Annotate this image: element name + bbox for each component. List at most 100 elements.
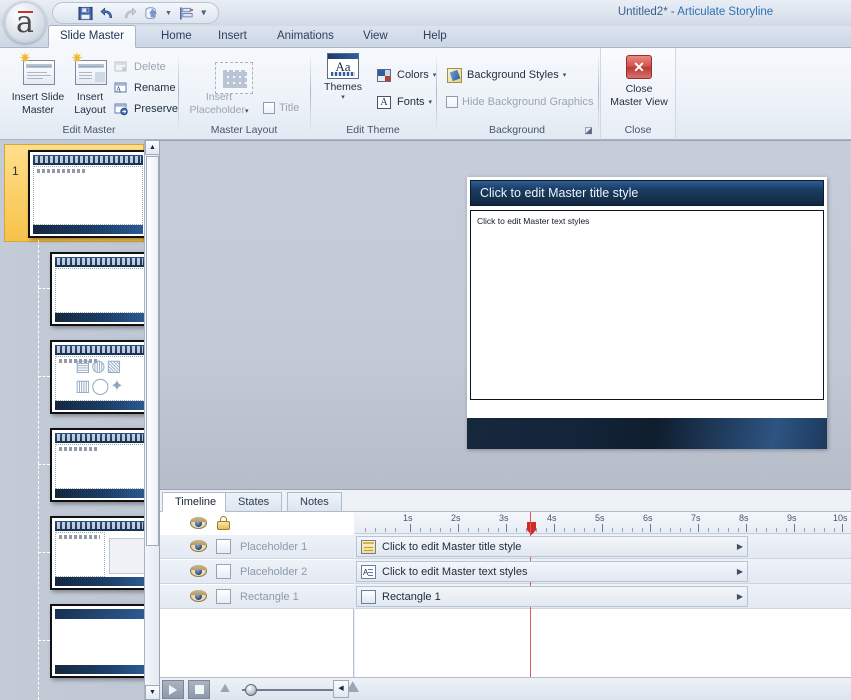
publish-icon[interactable] xyxy=(176,4,196,22)
insert-placeholder-button[interactable]: Insert Placeholder▾ xyxy=(187,52,253,118)
chevron-right-icon[interactable]: ▶ xyxy=(737,542,743,551)
preview-dropdown-icon[interactable]: ▼ xyxy=(163,4,174,22)
scroll-down-icon[interactable]: ▼ xyxy=(145,685,159,700)
tab-slide-master[interactable]: Slide Master xyxy=(48,25,136,48)
preserve-master-button[interactable]: Preserve xyxy=(110,99,181,119)
scroll-up-icon[interactable]: ▲ xyxy=(145,140,159,155)
timeline-row-placeholder-2[interactable]: Placeholder 2 xyxy=(160,559,354,584)
ruler-tick-10s: 10s xyxy=(833,513,848,523)
theme-fonts-button[interactable]: A Fonts ▾ xyxy=(373,92,435,112)
timeline-row-placeholder-1[interactable]: Placeholder 1 xyxy=(160,534,354,559)
group-separator-4 xyxy=(598,54,599,132)
hide-background-graphics-checkbox[interactable] xyxy=(446,96,458,108)
ruler-tick-7s: 7s xyxy=(691,513,701,523)
eye-icon[interactable] xyxy=(190,565,207,578)
lock-icon[interactable] xyxy=(216,516,231,530)
insert-placeholder-label-2: Placeholder xyxy=(189,103,245,116)
background-dialog-launcher-icon[interactable]: ◪ xyxy=(583,125,594,136)
rename-icon: A xyxy=(113,80,130,97)
articulate-orb-button[interactable]: a xyxy=(4,1,46,43)
slide-thumbnail-6[interactable] xyxy=(50,604,150,678)
rectangle-icon xyxy=(361,589,376,604)
layer-name: Placeholder 1 xyxy=(240,540,308,553)
zoom-out-icon[interactable]: ⛰ xyxy=(220,681,230,696)
themes-icon: Aa xyxy=(327,53,359,79)
slide-title-placeholder[interactable]: Click to edit Master title style xyxy=(470,180,824,206)
slide-thumbnail-3[interactable]: ▤◍▧ ▥◯✦ xyxy=(50,340,150,414)
close-master-view-button[interactable]: ✕ Close Master View xyxy=(607,52,671,108)
lock-toggle[interactable] xyxy=(216,589,231,604)
ribbon-group-background: Background Styles ▾ Hide Background Grap… xyxy=(437,48,597,138)
rename-master-label: Rename xyxy=(134,82,176,94)
theme-colors-button[interactable]: Colors ▾ xyxy=(373,65,439,85)
ruler-tick-4s: 4s xyxy=(547,513,557,523)
ribbon: ✷ Insert Slide Master ✷ Insert Layout De… xyxy=(0,48,851,140)
eye-icon[interactable] xyxy=(190,516,207,530)
fonts-icon: A xyxy=(376,94,393,111)
title-checkbox[interactable] xyxy=(263,102,275,114)
tab-timeline[interactable]: Timeline xyxy=(162,492,230,512)
timeline-layer-list: Placeholder 1 Placeholder 2 Rectangle 1 xyxy=(160,512,354,678)
document-name: Untitled2* xyxy=(617,6,668,18)
title-checkbox-row[interactable]: Title xyxy=(260,98,302,118)
edit-theme-group-label: Edit Theme xyxy=(346,124,400,136)
customize-qat-icon[interactable]: ▼ xyxy=(196,4,212,20)
timeline-bar-rectangle-1[interactable]: Rectangle 1 ▶ xyxy=(356,586,748,607)
slide-body-placeholder[interactable]: Click to edit Master text styles xyxy=(470,210,824,400)
background-styles-dropdown-icon[interactable]: ▾ xyxy=(563,71,567,79)
timeline-track-area[interactable]: 1s 2s 3s 4s 5s 6s 7s 8s 9s 10s Click to … xyxy=(355,512,851,678)
ruler-tick-5s: 5s xyxy=(595,513,605,523)
thumbnail-scrollbar[interactable]: ▲ ▼ xyxy=(144,140,159,700)
scrollbar-thumb[interactable] xyxy=(146,156,159,546)
timeline-row-rectangle-1[interactable]: Rectangle 1 xyxy=(160,584,354,609)
tab-view[interactable]: View xyxy=(352,26,399,48)
lock-toggle[interactable] xyxy=(216,564,231,579)
lock-toggle[interactable] xyxy=(216,539,231,554)
slide-footer-rectangle[interactable] xyxy=(467,418,827,449)
tab-insert[interactable]: Insert xyxy=(207,26,258,48)
tab-animations[interactable]: Animations xyxy=(266,26,345,48)
play-button[interactable] xyxy=(162,680,184,699)
ribbon-tab-strip: Slide Master Home Insert Animations View… xyxy=(0,25,851,48)
eye-icon[interactable] xyxy=(190,540,207,553)
slide-thumbnail-panel[interactable]: 1 ▤◍▧ ▥◯✦ ▲ ▼ xyxy=(0,140,160,700)
insert-slide-master-label-2: Master xyxy=(21,103,55,116)
ruler-tick-6s: 6s xyxy=(643,513,653,523)
timeline-bar-placeholder-1[interactable]: Click to edit Master title style ▶ xyxy=(356,536,748,557)
hide-background-graphics-row[interactable]: Hide Background Graphics xyxy=(443,92,596,112)
svg-text:A: A xyxy=(116,85,121,93)
tab-home[interactable]: Home xyxy=(150,26,203,48)
timeline-bar-placeholder-2[interactable]: Click to edit Master text styles ▶ xyxy=(356,561,748,582)
undo-icon[interactable] xyxy=(97,4,117,22)
insert-layout-label-1: Insert xyxy=(76,91,104,103)
tab-notes[interactable]: Notes xyxy=(287,492,342,512)
slide-thumbnail-1[interactable] xyxy=(28,150,148,238)
rename-master-button[interactable]: A Rename xyxy=(110,78,179,98)
eye-icon[interactable] xyxy=(190,590,207,603)
slide-canvas[interactable]: Click to edit Master title style Click t… xyxy=(160,140,851,489)
hide-background-graphics-label: Hide Background Graphics xyxy=(462,96,594,108)
master-slide[interactable]: Click to edit Master title style Click t… xyxy=(467,177,827,449)
save-icon[interactable] xyxy=(75,4,95,22)
tab-states[interactable]: States xyxy=(225,492,283,512)
redo-icon[interactable] xyxy=(119,4,139,22)
timeline-scroll-left-icon[interactable]: ◀ xyxy=(333,680,349,698)
slide-thumbnail-5[interactable] xyxy=(50,516,150,590)
layer-name: Placeholder 2 xyxy=(240,565,308,578)
zoom-slider-knob[interactable] xyxy=(245,684,257,696)
slide-thumbnail-2[interactable] xyxy=(50,252,150,326)
close-group-label: Close xyxy=(624,124,652,136)
ruler-tick-1s: 1s xyxy=(403,513,413,523)
background-styles-button[interactable]: Background Styles ▾ xyxy=(443,65,569,85)
delete-master-button[interactable]: Delete xyxy=(110,57,169,77)
timeline-ruler[interactable]: 1s 2s 3s 4s 5s 6s 7s 8s 9s 10s xyxy=(355,512,851,534)
chevron-right-icon[interactable]: ▶ xyxy=(737,567,743,576)
fonts-dropdown-icon[interactable]: ▾ xyxy=(429,98,433,106)
themes-button[interactable]: Aa Themes ▾ xyxy=(317,53,369,101)
slide-thumbnail-4[interactable] xyxy=(50,428,150,502)
tab-help[interactable]: Help xyxy=(412,26,458,48)
chevron-right-icon[interactable]: ▶ xyxy=(737,592,743,601)
close-master-view-label-1: Close xyxy=(625,83,653,95)
preview-icon[interactable] xyxy=(141,4,161,22)
stop-button[interactable] xyxy=(188,680,210,699)
